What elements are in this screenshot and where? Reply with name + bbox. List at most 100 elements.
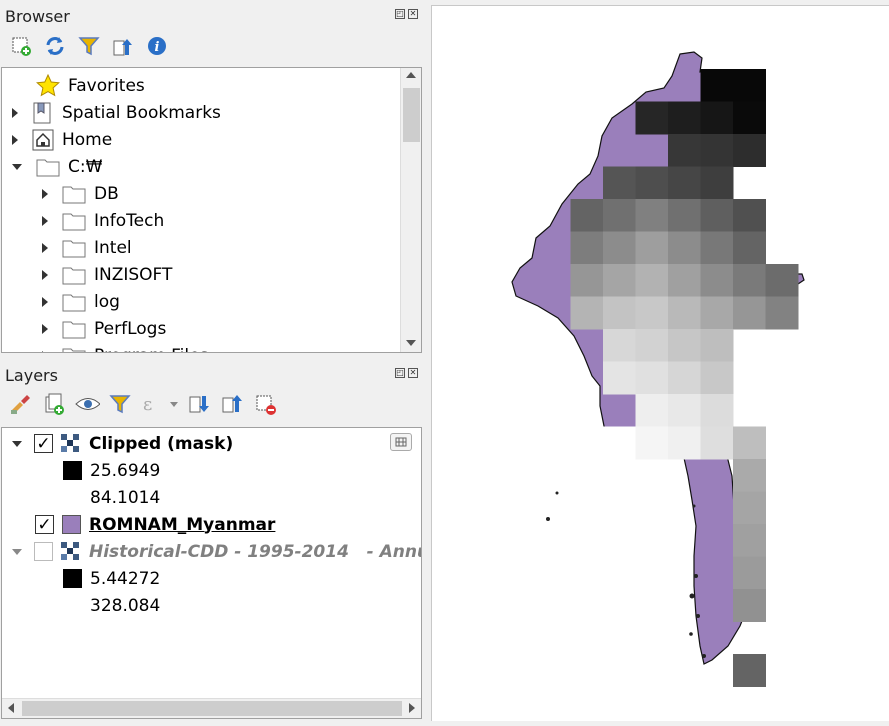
browser-item-label: Intel (94, 237, 132, 258)
layer-row-romnam[interactable]: ✓ ROMNAM_Myanmar (35, 511, 275, 538)
raster-cell (603, 166, 636, 200)
expand-arrow-icon[interactable] (42, 350, 48, 352)
expand-arrow-icon[interactable] (42, 323, 48, 334)
raster-cell (603, 231, 636, 265)
browser-item-label: Program Files (94, 346, 208, 353)
float-icon[interactable]: ◰ (395, 9, 405, 19)
scroll-thumb[interactable] (403, 88, 420, 142)
raster-cell (668, 361, 701, 395)
expand-all-icon (189, 396, 209, 413)
browser-item-label: PerfLogs (94, 318, 167, 339)
layer-visibility-checkbox[interactable]: ✓ (34, 434, 53, 454)
raster-cell (733, 101, 766, 135)
expand-arrow-icon[interactable] (42, 215, 48, 226)
expand-arrow-icon[interactable] (12, 440, 22, 447)
scroll-thumb[interactable] (22, 701, 402, 716)
browser-item[interactable]: Home (12, 126, 112, 153)
raster-layer-icon (61, 541, 81, 562)
folder-icon (62, 291, 86, 313)
scroll-right-icon[interactable] (409, 703, 415, 713)
legend-min-value: 5.44272 (90, 568, 161, 589)
raster-cell (635, 361, 669, 395)
layer-indicator-icon[interactable] (390, 433, 412, 451)
layer-visibility-checkbox[interactable]: ✓ (35, 515, 54, 535)
folder-icon (62, 318, 86, 340)
raster-cell (733, 459, 766, 492)
left-dock: Browser ◰ ✕ i Favorites Spatial Bookmarks… (0, 0, 426, 723)
browser-item[interactable]: Program Files (42, 342, 208, 353)
browser-item-label: log (94, 291, 120, 312)
raster-cell (668, 394, 701, 427)
map-canvas[interactable] (431, 5, 889, 721)
browser-item[interactable]: Favorites (12, 72, 145, 99)
folder-icon (36, 156, 60, 178)
legend-swatch-black (63, 569, 82, 588)
browser-item[interactable]: DB (42, 180, 119, 207)
raster-cell (668, 296, 701, 330)
expand-arrow-icon[interactable] (42, 296, 48, 307)
eye-icon (75, 398, 100, 410)
expression-icon: ε (143, 394, 178, 415)
style-manager-button[interactable] (8, 391, 34, 417)
scroll-up-icon[interactable] (406, 72, 416, 78)
browser-toolbar: i (8, 33, 170, 59)
expand-arrow-icon[interactable] (42, 242, 48, 253)
add-layer-button[interactable] (8, 33, 34, 59)
raster-cell (570, 231, 604, 265)
collapse-all-button[interactable] (110, 33, 136, 59)
browser-item[interactable]: Intel (42, 234, 132, 261)
scroll-left-icon[interactable] (8, 703, 14, 713)
expression-filter-button[interactable]: ε (140, 391, 180, 417)
legend-swatch-black (63, 461, 82, 480)
paintbrush-icon (11, 395, 30, 414)
visibility-button[interactable] (74, 391, 100, 417)
browser-item[interactable]: Spatial Bookmarks (12, 99, 221, 126)
add-group-button[interactable] (41, 391, 67, 417)
raster-cell (700, 394, 734, 427)
layers-tree: ✓ Clipped (mask) 25.6949 84.1014 ✓ ROMNA… (1, 427, 422, 719)
expand-arrow-icon[interactable] (42, 269, 48, 280)
close-icon[interactable]: ✕ (408, 9, 418, 19)
raster-cell (668, 426, 701, 460)
remove-layer-icon (256, 395, 276, 415)
expand-arrow-icon[interactable] (42, 188, 48, 199)
browser-scrollbar[interactable] (400, 68, 421, 352)
scroll-down-icon[interactable] (406, 340, 416, 346)
raster-cell (733, 199, 766, 232)
collapse-all-button[interactable] (220, 391, 246, 417)
raster-cell (700, 361, 734, 395)
legend-max-value: 328.084 (90, 595, 161, 616)
expand-all-button[interactable] (187, 391, 213, 417)
expand-arrow-icon[interactable] (12, 107, 18, 118)
filter-button[interactable] (76, 33, 102, 59)
close-icon[interactable]: ✕ (408, 368, 418, 378)
layer-visibility-checkbox[interactable] (34, 542, 53, 561)
raster-cell (733, 524, 766, 557)
browser-item[interactable]: InfoTech (42, 207, 164, 234)
float-icon[interactable]: ◰ (395, 368, 405, 378)
legend-min-value: 25.6949 (90, 460, 161, 481)
raster-cell (635, 329, 669, 362)
layers-h-scrollbar[interactable] (2, 698, 421, 718)
collapse-arrow-icon[interactable] (12, 163, 22, 170)
polygon-swatch (62, 515, 81, 534)
browser-item[interactable]: log (42, 288, 120, 315)
expand-arrow-icon[interactable] (12, 548, 22, 555)
browser-item-label: Favorites (68, 75, 145, 96)
expand-arrow-icon[interactable] (12, 134, 18, 145)
filter-legend-button[interactable] (107, 391, 133, 417)
raster-layer-icon (61, 433, 81, 454)
raster-cell (733, 654, 766, 687)
browser-item[interactable]: C:₩ (12, 153, 102, 180)
refresh-button[interactable] (42, 33, 68, 59)
browser-item[interactable]: INZISOFT (42, 261, 172, 288)
raster-cell (700, 296, 734, 330)
layer-row-historical-cdd[interactable]: Historical-CDD - 1995-2014 - Annual (12, 538, 421, 565)
browser-item[interactable]: PerfLogs (42, 315, 166, 342)
info-button[interactable]: i (144, 33, 170, 59)
svg-text:ε: ε (143, 394, 152, 415)
raster-cell (635, 426, 669, 460)
add-layer-icon (12, 37, 31, 56)
remove-layer-button[interactable] (253, 391, 279, 417)
layer-row-clipped[interactable]: ✓ Clipped (mask) (12, 430, 233, 457)
